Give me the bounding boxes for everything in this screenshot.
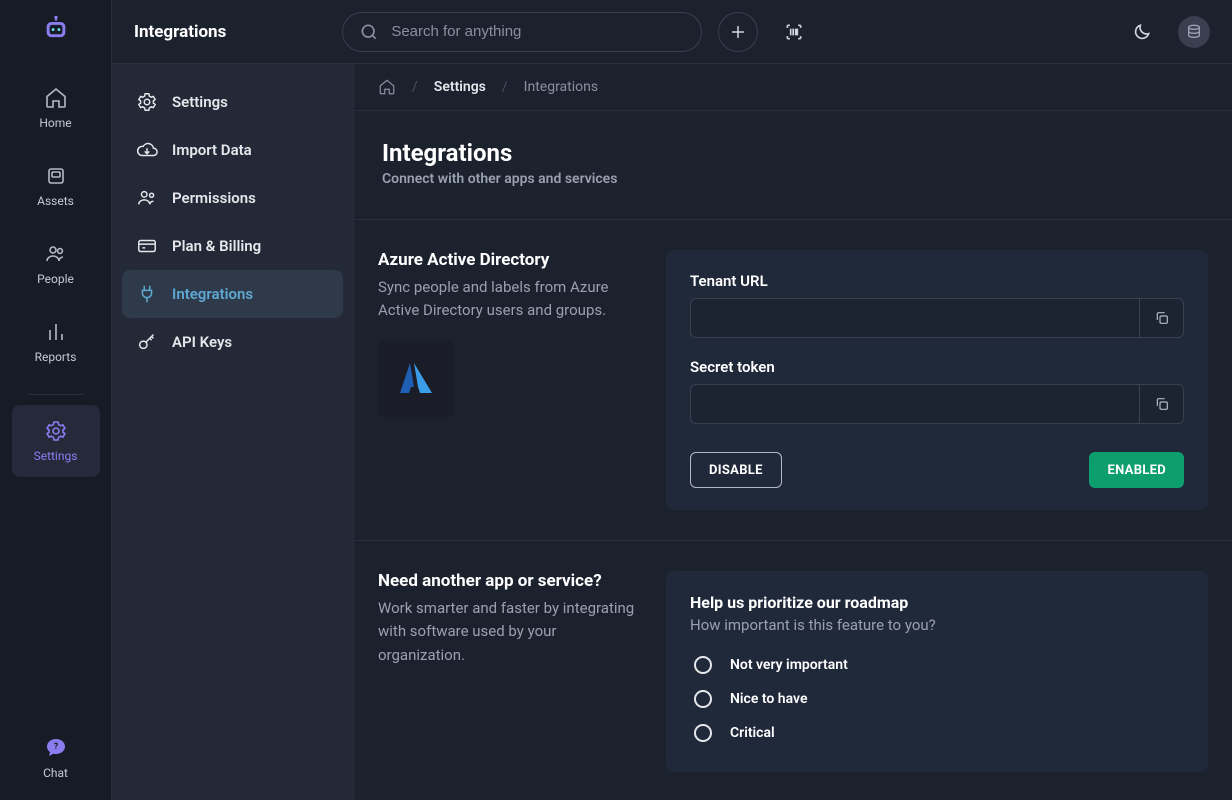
- azure-logo: [378, 341, 454, 417]
- section-azure: Azure Active Directory Sync people and l…: [354, 220, 1232, 541]
- roadmap-panel: Help us prioritize our roadmap How impor…: [666, 571, 1208, 772]
- home-icon[interactable]: [378, 78, 396, 96]
- breadcrumb-current: Integrations: [524, 79, 598, 95]
- radio-label: Nice to have: [730, 691, 807, 707]
- people-icon: [136, 187, 158, 209]
- key-icon: [136, 331, 158, 353]
- breadcrumb-sep: /: [502, 79, 508, 95]
- people-icon: [44, 242, 68, 266]
- rail-label: Assets: [37, 194, 74, 208]
- scan-button[interactable]: [774, 12, 814, 52]
- sidebar-item-label: Settings: [172, 93, 228, 111]
- search-input[interactable]: [391, 23, 685, 40]
- home-icon: [44, 86, 68, 110]
- search-box[interactable]: [342, 12, 702, 52]
- rail-item-people[interactable]: People: [12, 228, 100, 300]
- gear-icon: [44, 419, 68, 443]
- sidebar-item-label: Permissions: [172, 189, 256, 207]
- secret-field: [690, 384, 1184, 424]
- copy-secret-button[interactable]: [1139, 385, 1183, 423]
- tenant-label: Tenant URL: [690, 272, 1184, 290]
- secret-input[interactable]: [691, 385, 1139, 423]
- rail-item-chat[interactable]: ? Chat: [12, 722, 100, 794]
- page: / Settings / Integrations Integrations C…: [354, 64, 1232, 800]
- rail-label: Chat: [43, 766, 68, 780]
- sidebar-item-import[interactable]: Import Data: [122, 126, 343, 174]
- database-icon: [1186, 24, 1202, 40]
- radio-label: Critical: [730, 725, 775, 741]
- sidebar-item-apikeys[interactable]: API Keys: [122, 318, 343, 366]
- sidebar-item-settings[interactable]: Settings: [122, 78, 343, 126]
- gear-icon: [136, 91, 158, 113]
- rail-label: Reports: [35, 350, 77, 364]
- radio-not-important[interactable]: Not very important: [690, 648, 1184, 682]
- enabled-badge: ENABLED: [1089, 452, 1184, 488]
- add-button[interactable]: [718, 12, 758, 52]
- sidebar-item-label: Import Data: [172, 141, 252, 159]
- section-desc: Work smarter and faster by integrating w…: [378, 597, 642, 667]
- barcode-icon: [784, 22, 804, 42]
- rail-nav: Home Assets People Reports Settings ? Ch…: [0, 0, 112, 800]
- radio-icon: [694, 724, 712, 742]
- rail-label: Home: [39, 116, 71, 130]
- assets-icon: [44, 164, 68, 188]
- section-title: Azure Active Directory: [378, 250, 642, 270]
- section-title: Need another app or service?: [378, 571, 642, 591]
- reports-icon: [44, 320, 68, 344]
- secret-label: Secret token: [690, 358, 1184, 376]
- rail-item-reports[interactable]: Reports: [12, 306, 100, 378]
- radio-icon: [694, 656, 712, 674]
- tenant-field: [690, 298, 1184, 338]
- sidebar-item-integrations[interactable]: Integrations: [122, 270, 343, 318]
- roadmap-question: How important is this feature to you?: [690, 616, 1184, 634]
- robot-icon: [42, 15, 70, 43]
- rail-label: People: [37, 272, 74, 286]
- tenant-input[interactable]: [691, 299, 1139, 337]
- card-icon: [136, 235, 158, 257]
- chat-icon: ?: [44, 736, 68, 760]
- header: Integrations: [112, 0, 1232, 64]
- theme-button[interactable]: [1122, 12, 1162, 52]
- section-request: Need another app or service? Work smarte…: [354, 541, 1232, 800]
- search-icon: [359, 22, 379, 42]
- rail-item-home[interactable]: Home: [12, 72, 100, 144]
- rail-item-assets[interactable]: Assets: [12, 150, 100, 222]
- copy-tenant-button[interactable]: [1139, 299, 1183, 337]
- plus-icon: [729, 23, 747, 41]
- copy-icon: [1154, 396, 1170, 412]
- breadcrumb: / Settings / Integrations: [354, 64, 1232, 111]
- azure-panel: Tenant URL Secret token: [666, 250, 1208, 510]
- radio-critical[interactable]: Critical: [690, 716, 1184, 750]
- avatar[interactable]: [1178, 16, 1210, 48]
- svg-text:?: ?: [53, 742, 58, 752]
- moon-icon: [1132, 22, 1152, 42]
- radio-nice[interactable]: Nice to have: [690, 682, 1184, 716]
- sidebar-item-billing[interactable]: Plan & Billing: [122, 222, 343, 270]
- page-subtitle: Connect with other apps and services: [382, 171, 1204, 187]
- azure-icon: [392, 355, 440, 403]
- copy-icon: [1154, 310, 1170, 326]
- sidebar-item-permissions[interactable]: Permissions: [122, 174, 343, 222]
- rail-item-settings[interactable]: Settings: [12, 405, 100, 477]
- rail-label: Settings: [34, 449, 78, 463]
- page-title: Integrations: [382, 139, 1204, 167]
- settings-sidebar: Settings Import Data Permissions Plan & …: [112, 64, 354, 800]
- sidebar-item-label: Integrations: [172, 285, 253, 303]
- plug-icon: [136, 283, 158, 305]
- radio-icon: [694, 690, 712, 708]
- page-title-small: Integrations: [134, 22, 226, 42]
- disable-button[interactable]: DISABLE: [690, 452, 782, 488]
- breadcrumb-link[interactable]: Settings: [434, 79, 486, 95]
- radio-label: Not very important: [730, 657, 848, 673]
- sidebar-item-label: Plan & Billing: [172, 237, 261, 255]
- section-desc: Sync people and labels from Azure Active…: [378, 276, 642, 323]
- sidebar-item-label: API Keys: [172, 333, 232, 351]
- app-logo[interactable]: [41, 14, 71, 44]
- roadmap-title: Help us prioritize our roadmap: [690, 593, 1184, 612]
- page-head: Integrations Connect with other apps and…: [354, 111, 1232, 220]
- cloud-down-icon: [136, 139, 158, 161]
- divider: [28, 394, 84, 395]
- breadcrumb-sep: /: [412, 79, 418, 95]
